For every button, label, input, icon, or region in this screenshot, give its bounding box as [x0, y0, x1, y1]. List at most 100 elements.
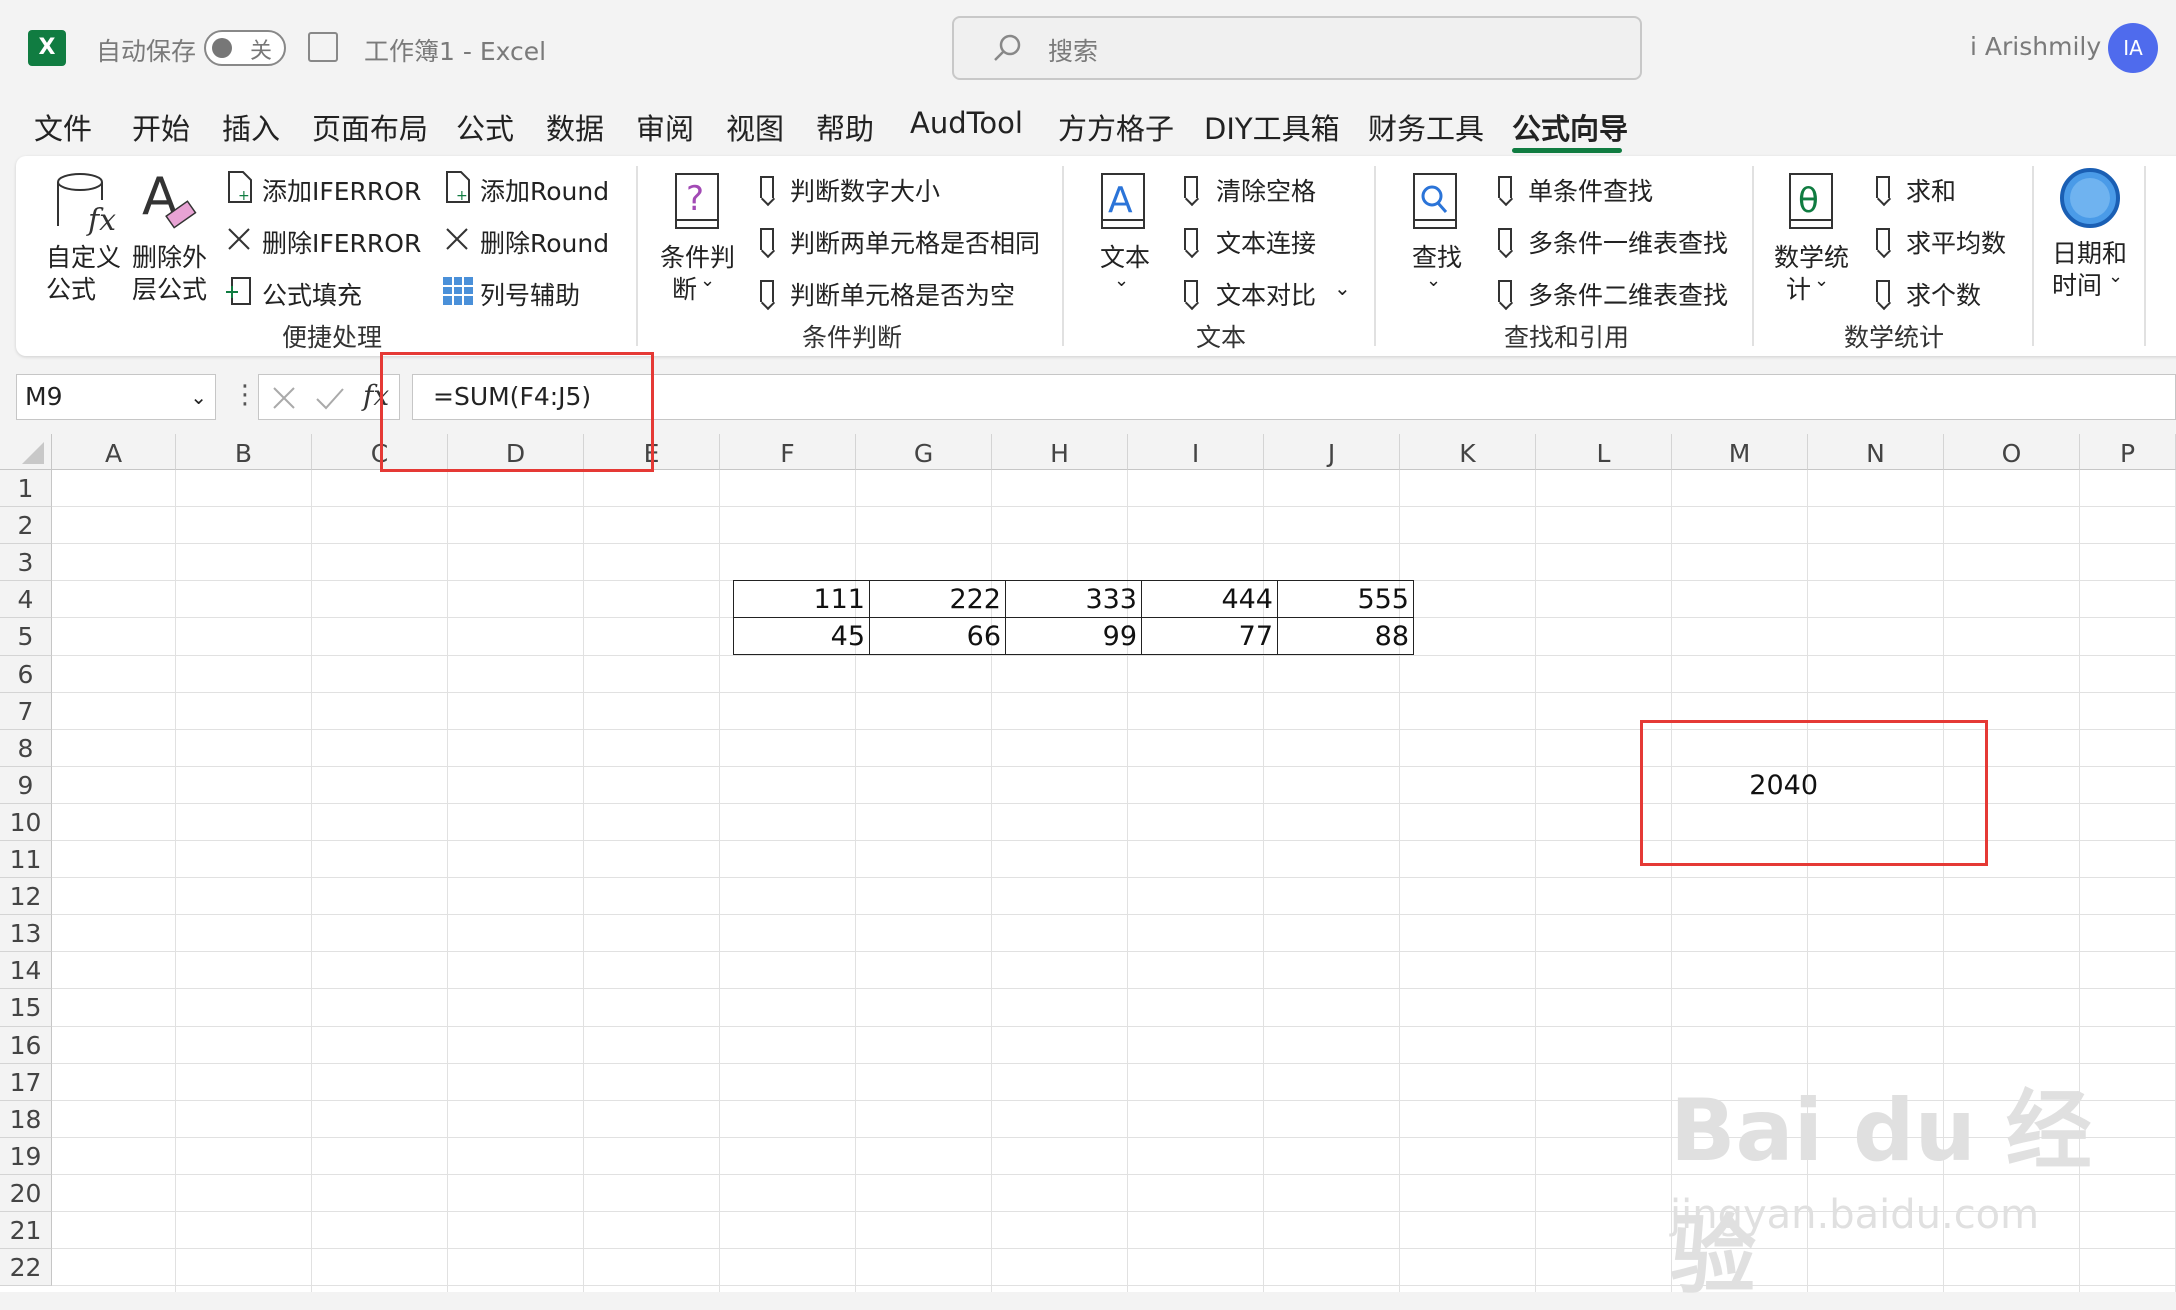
remove-iferror-button[interactable]: 删除IFERROR [262, 224, 421, 260]
multi-1d-find-button[interactable]: 多条件一维表查找 [1528, 224, 1728, 260]
cond-judge-label-1[interactable]: 条件判 [660, 238, 735, 274]
search-box[interactable]: 搜索 [952, 16, 1642, 80]
menu-finance-tools[interactable]: 财务工具 [1368, 106, 1484, 148]
menu-diy-toolbox[interactable]: DIY工具箱 [1204, 106, 1340, 148]
find-button-label[interactable]: 查找 [1412, 238, 1462, 274]
row-header-6[interactable]: 6 [0, 656, 52, 693]
row-header-12[interactable]: 12 [0, 878, 52, 915]
save-icon[interactable] [308, 32, 338, 62]
cell-F4[interactable]: 111 [733, 582, 865, 618]
menu-insert[interactable]: 插入 [222, 106, 280, 148]
cell-J5[interactable]: 88 [1277, 619, 1409, 655]
cell-G4[interactable]: 222 [869, 582, 1001, 618]
row-header-5[interactable]: 5 [0, 618, 52, 656]
cancel-icon[interactable] [271, 385, 297, 411]
name-box[interactable]: M9 ⌄ [16, 374, 216, 420]
column-header-P[interactable]: P [2080, 434, 2176, 470]
menu-home[interactable]: 开始 [132, 106, 190, 148]
menu-help[interactable]: 帮助 [816, 106, 874, 148]
count-button[interactable]: 求个数 [1906, 276, 1981, 312]
formula-input[interactable]: =SUM(F4:J5) [412, 374, 2176, 420]
math-stats-label-2[interactable]: 计 [1786, 270, 1811, 306]
menu-page-layout[interactable]: 页面布局 [312, 106, 428, 148]
column-header-K[interactable]: K [1400, 434, 1536, 470]
chevron-down-icon[interactable]: ⌄ [1334, 276, 1351, 300]
row-header-19[interactable]: 19 [0, 1138, 52, 1175]
menu-formulas[interactable]: 公式 [456, 106, 514, 148]
menu-fangfanggezi[interactable]: 方方格子 [1058, 106, 1174, 148]
check-icon[interactable] [315, 385, 345, 411]
avatar[interactable]: IA [2108, 23, 2158, 73]
row-header-8[interactable]: 8 [0, 730, 52, 767]
date-time-label-2[interactable]: 时间 [2052, 266, 2102, 302]
menu-review[interactable]: 审阅 [636, 106, 694, 148]
cell-H5[interactable]: 99 [1005, 619, 1137, 655]
column-header-G[interactable]: G [856, 434, 992, 470]
menu-view[interactable]: 视图 [726, 106, 784, 148]
row-header-9[interactable]: 9 [0, 767, 52, 804]
column-header-I[interactable]: I [1128, 434, 1264, 470]
judge-number-size-button[interactable]: 判断数字大小 [790, 172, 940, 208]
row-header-18[interactable]: 18 [0, 1101, 52, 1138]
add-round-button[interactable]: 添加Round [480, 172, 609, 208]
more-options-icon[interactable]: ⋮ [232, 380, 258, 410]
cell-F5[interactable]: 45 [733, 619, 865, 655]
row-header-4[interactable]: 4 [0, 581, 52, 618]
row-header-15[interactable]: 15 [0, 989, 52, 1027]
column-header-O[interactable]: O [1944, 434, 2080, 470]
autosave-toggle[interactable]: 关 [204, 30, 286, 66]
clear-space-button[interactable]: 清除空格 [1216, 172, 1316, 208]
math-stats-label-1[interactable]: 数学统 [1774, 238, 1849, 274]
cond-judge-label-2[interactable]: 断 [672, 270, 697, 306]
chevron-down-icon[interactable]: ⌄ [190, 375, 207, 419]
menu-file[interactable]: 文件 [34, 106, 92, 148]
text-join-button[interactable]: 文本连接 [1216, 224, 1316, 260]
column-helper-button[interactable]: 列号辅助 [480, 276, 580, 312]
custom-formula-label-1[interactable]: 自定义 [46, 238, 121, 274]
row-header-20[interactable]: 20 [0, 1175, 52, 1212]
judge-empty-button[interactable]: 判断单元格是否为空 [790, 276, 1015, 312]
custom-formula-label-2[interactable]: 公式 [46, 270, 96, 306]
cell-I5[interactable]: 77 [1141, 619, 1273, 655]
column-header-H[interactable]: H [992, 434, 1128, 470]
cell-J4[interactable]: 555 [1277, 582, 1409, 618]
column-header-F[interactable]: F [720, 434, 856, 470]
row-header-17[interactable]: 17 [0, 1064, 52, 1101]
average-button[interactable]: 求平均数 [1906, 224, 2006, 260]
text-button-label[interactable]: 文本 [1100, 238, 1150, 274]
row-header-22[interactable]: 22 [0, 1249, 52, 1286]
column-header-B[interactable]: B [176, 434, 312, 470]
column-header-J[interactable]: J [1264, 434, 1400, 470]
row-header-2[interactable]: 2 [0, 507, 52, 544]
row-header-1[interactable]: 1 [0, 470, 52, 507]
cell-G5[interactable]: 66 [869, 619, 1001, 655]
text-compare-button[interactable]: 文本对比 [1216, 276, 1316, 312]
row-header-16[interactable]: 16 [0, 1027, 52, 1064]
row-header-14[interactable]: 14 [0, 952, 52, 989]
select-all-corner[interactable] [0, 434, 52, 470]
column-header-L[interactable]: L [1536, 434, 1672, 470]
multi-2d-find-button[interactable]: 多条件二维表查找 [1528, 276, 1728, 312]
row-header-3[interactable]: 3 [0, 544, 52, 581]
column-header-M[interactable]: M [1672, 434, 1808, 470]
remove-round-button[interactable]: 删除Round [480, 224, 609, 260]
row-header-21[interactable]: 21 [0, 1212, 52, 1249]
single-condition-find-button[interactable]: 单条件查找 [1528, 172, 1653, 208]
row-header-11[interactable]: 11 [0, 841, 52, 878]
cell-H4[interactable]: 333 [1005, 582, 1137, 618]
menu-audtool[interactable]: AudTool [910, 106, 1023, 140]
menu-formula-wizard[interactable]: 公式向导 [1512, 106, 1628, 148]
cell-I4[interactable]: 444 [1141, 582, 1273, 618]
date-time-label-1[interactable]: 日期和 [2052, 234, 2127, 270]
judge-same-button[interactable]: 判断两单元格是否相同 [790, 224, 1040, 260]
remove-outer-label-1[interactable]: 删除外 [132, 238, 207, 274]
remove-outer-label-2[interactable]: 层公式 [132, 270, 207, 306]
sum-button[interactable]: 求和 [1906, 172, 1956, 208]
column-header-N[interactable]: N [1808, 434, 1944, 470]
row-header-13[interactable]: 13 [0, 915, 52, 952]
column-header-A[interactable]: A [52, 434, 176, 470]
add-iferror-button[interactable]: 添加IFERROR [262, 172, 421, 208]
formula-fill-button[interactable]: 公式填充 [262, 276, 362, 312]
row-header-7[interactable]: 7 [0, 693, 52, 730]
menu-data[interactable]: 数据 [546, 106, 604, 148]
